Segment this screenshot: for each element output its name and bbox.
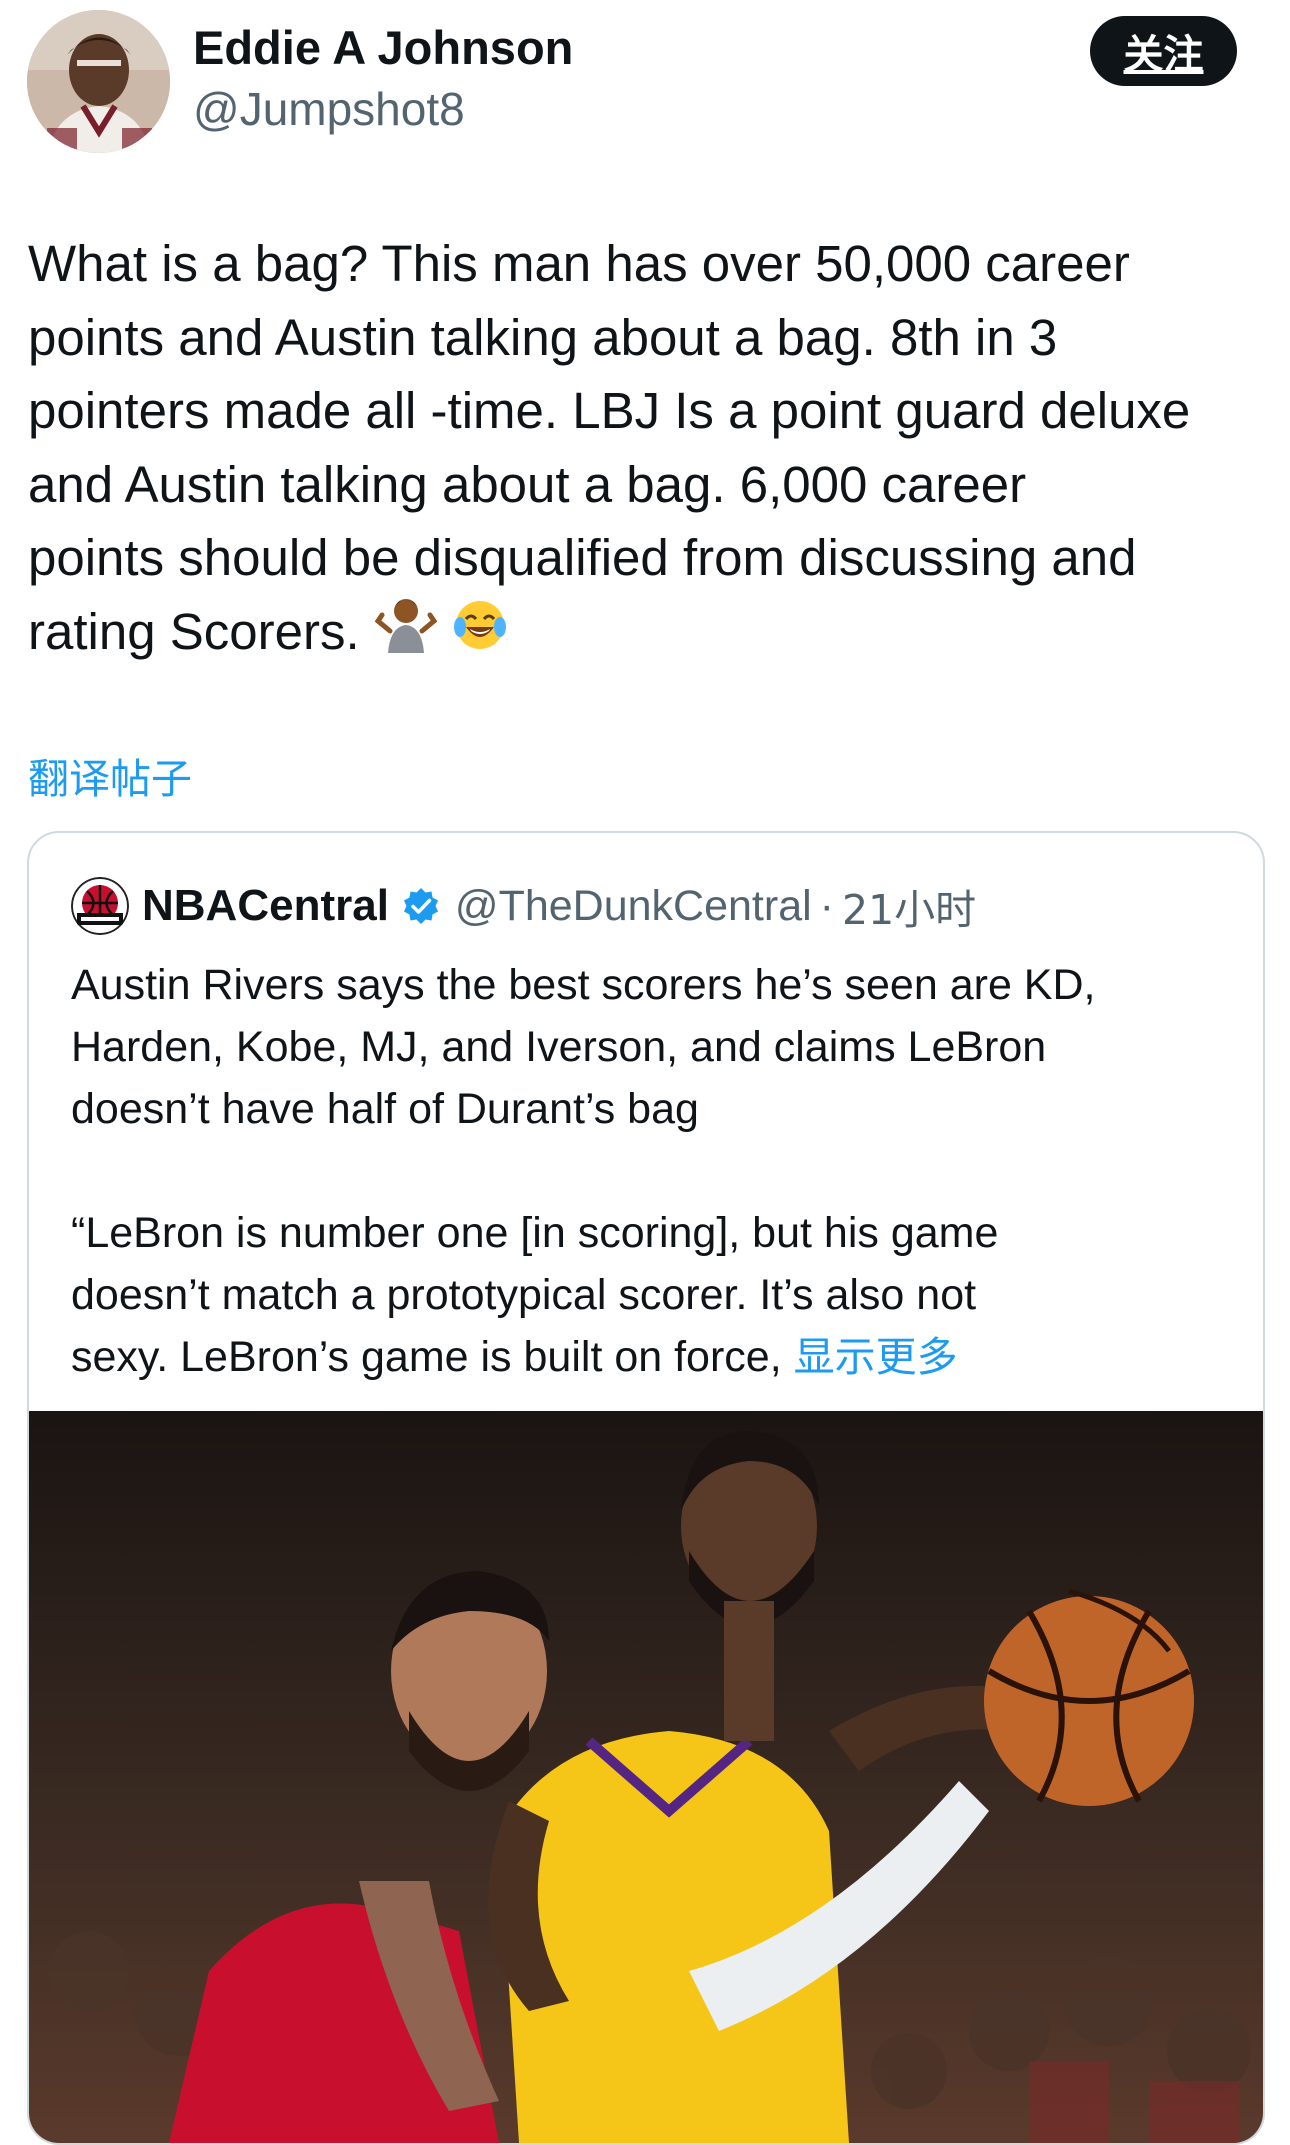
author-avatar[interactable] [27, 10, 170, 153]
tweet-line: points should be disqualified from discu… [28, 529, 1137, 586]
quote-handle[interactable]: @TheDunkCentral [455, 882, 812, 931]
quote-line: Austin Rivers says the best scorers he’s… [71, 961, 1096, 1009]
quoted-tweet-card[interactable]: NBACentral @TheDunkCentral · 21小时 Austin… [27, 831, 1265, 2145]
tweet-line: What is a bag? This man has over 50,000 … [28, 235, 1130, 292]
quote-display-name[interactable]: NBACentral [142, 881, 389, 931]
quote-line: “LeBron is number one [in scoring], but … [71, 1209, 999, 1257]
quote-text: Austin Rivers says the best scorers he’s… [71, 954, 1241, 1388]
user-avatar-photo-icon [27, 10, 170, 153]
tweet-last-line: rating Scorers. [28, 595, 1268, 675]
quote-avatar[interactable] [71, 877, 129, 935]
follow-button[interactable]: 关注 [1090, 16, 1237, 86]
separator-dot: · [819, 881, 834, 930]
quote-header: NBACentral @TheDunkCentral · 21小时 [142, 873, 976, 939]
quote-line: doesn’t match a prototypical scorer. It’… [71, 1271, 977, 1319]
tears-of-joy-emoji-icon [452, 597, 508, 673]
tweet-text: What is a bag? This man has over 50,000 … [28, 227, 1268, 675]
quote-timestamp[interactable]: 21小时 [842, 876, 976, 936]
person-shrugging-emoji-icon [374, 595, 438, 675]
verified-badge-icon [401, 886, 441, 926]
tweet-line: points and Austin talking about a bag. 8… [28, 308, 1058, 366]
author-display-name[interactable]: Eddie A Johnson [193, 20, 573, 75]
tweet-line: pointers made all -time. LBJ Is a point … [28, 382, 1191, 439]
author-handle[interactable]: @Jumpshot8 [193, 82, 465, 136]
quote-line: sexy. LeBron’s game is built on force, [71, 1333, 782, 1381]
quote-line: doesn’t have half of Durant’s bag [71, 1085, 699, 1133]
translate-post-link[interactable]: 翻译帖子 [28, 745, 192, 805]
tweet-line: rating Scorers. [28, 602, 360, 660]
show-more-link[interactable]: 显示更多 [794, 1333, 958, 1381]
tweet-line: and Austin talking about a bag. 6,000 ca… [28, 455, 1027, 513]
quote-last-line: sexy. LeBron’s game is built on force, 显… [71, 1326, 1241, 1388]
nbacentral-logo-icon [71, 877, 129, 935]
basketball-game-photo-icon [29, 1411, 1263, 2143]
quote-line: Harden, Kobe, MJ, and Iverson, and claim… [71, 1023, 1047, 1071]
quote-photo[interactable] [29, 1411, 1263, 2143]
